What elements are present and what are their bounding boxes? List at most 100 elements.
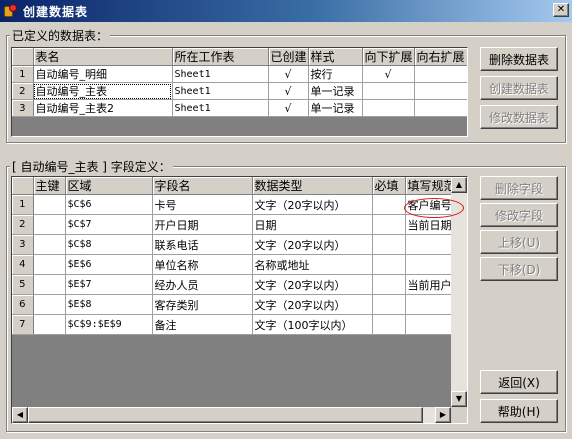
expand-down-cell[interactable] <box>362 82 415 100</box>
primary-key-cell[interactable] <box>33 294 66 315</box>
range-cell[interactable]: $E$7 <box>65 274 153 295</box>
table-row[interactable]: 1 自动编号_明细 Sheet1 √ 按行 √ <box>12 65 467 83</box>
field-row[interactable]: 7 $C$9:$E$9 备注 文字（100字以内） <box>12 314 452 335</box>
create-table-button[interactable]: 创建数据表 <box>480 76 558 100</box>
primary-key-cell[interactable] <box>33 214 66 235</box>
required-cell[interactable] <box>372 214 406 235</box>
col-header-field-name[interactable]: 字段名 <box>152 177 253 195</box>
field-name-cell[interactable]: 单位名称 <box>152 254 253 275</box>
field-row[interactable]: 6 $E$8 客存类别 文字（20字以内） <box>12 294 452 315</box>
modify-table-button[interactable]: 修改数据表 <box>480 105 558 129</box>
field-name-cell[interactable]: 经办人员 <box>152 274 253 295</box>
col-header-required[interactable]: 必填 <box>372 177 406 195</box>
required-cell[interactable] <box>372 254 406 275</box>
scroll-right-arrow-icon[interactable]: ▶ <box>435 407 451 423</box>
expand-down-cell[interactable]: √ <box>362 65 415 83</box>
move-down-button[interactable]: 下移(D) <box>480 257 558 281</box>
col-header-fill-rule[interactable]: 填写规范 <box>405 177 452 195</box>
col-header-expand-down[interactable]: 向下扩展 <box>362 48 415 66</box>
field-name-cell[interactable]: 开户日期 <box>152 214 253 235</box>
primary-key-cell[interactable] <box>33 194 66 215</box>
range-cell[interactable]: $C$9:$E$9 <box>65 314 153 335</box>
expand-down-cell[interactable] <box>362 99 415 117</box>
range-cell[interactable]: $E$6 <box>65 254 153 275</box>
required-cell[interactable] <box>372 314 406 335</box>
primary-key-cell[interactable] <box>33 254 66 275</box>
expand-right-cell[interactable] <box>414 65 467 83</box>
required-cell[interactable] <box>372 194 406 215</box>
field-row[interactable]: 1 $C$6 卡号 文字（20字以内） 客户编号 <box>12 194 452 215</box>
range-cell[interactable]: $E$8 <box>65 294 153 315</box>
worksheet-cell[interactable]: Sheet1 <box>172 99 269 117</box>
data-type-cell[interactable]: 文字（100字以内） <box>252 314 373 335</box>
fill-rule-cell[interactable] <box>405 314 452 335</box>
primary-key-cell[interactable] <box>33 274 66 295</box>
field-row[interactable]: 2 $C$7 开户日期 日期 当前日期 <box>12 214 452 235</box>
worksheet-cell[interactable]: Sheet1 <box>172 65 269 83</box>
field-name-cell[interactable]: 客存类别 <box>152 294 253 315</box>
field-row[interactable]: 5 $E$7 经办人员 文字（20字以内） 当前用户姓 <box>12 274 452 295</box>
col-header-range[interactable]: 区域 <box>65 177 153 195</box>
range-cell[interactable]: $C$6 <box>65 194 153 215</box>
close-button[interactable]: ✕ <box>553 3 569 17</box>
defined-tables-grid[interactable]: 表名 所在工作表 已创建 样式 向下扩展 向右扩展 1 自动编号_明细 Shee… <box>11 47 468 137</box>
table-row[interactable]: 2 自动编号_主表 Sheet1 √ 单一记录 <box>12 82 467 100</box>
data-type-cell[interactable]: 文字（20字以内） <box>252 234 373 255</box>
delete-table-button[interactable]: 删除数据表 <box>480 47 558 71</box>
table-name-cell[interactable]: 自动编号_主表2 <box>33 99 173 117</box>
field-defs-grid[interactable]: 主键 区域 字段名 数据类型 必填 填写规范 1 $C$6 卡号 文字（20字以… <box>11 176 468 424</box>
col-header-data-type[interactable]: 数据类型 <box>252 177 373 195</box>
table-name-cell[interactable]: 自动编号_主表 <box>33 82 173 100</box>
range-cell[interactable]: $C$8 <box>65 234 153 255</box>
data-type-cell[interactable]: 文字（20字以内） <box>252 274 373 295</box>
fill-rule-cell[interactable] <box>405 234 452 255</box>
fill-rule-cell[interactable] <box>405 294 452 315</box>
move-up-button[interactable]: 上移(U) <box>480 230 558 254</box>
field-row[interactable]: 4 $E$6 单位名称 名称或地址 <box>12 254 452 275</box>
back-button[interactable]: 返回(X) <box>480 370 558 394</box>
field-name-cell[interactable]: 备注 <box>152 314 253 335</box>
col-header-table-name[interactable]: 表名 <box>33 48 173 66</box>
expand-right-cell[interactable] <box>414 99 467 117</box>
required-cell[interactable] <box>372 294 406 315</box>
col-header-primary-key[interactable]: 主键 <box>33 177 66 195</box>
horizontal-scrollbar[interactable]: ◀ ▶ <box>12 407 451 423</box>
scroll-down-arrow-icon[interactable]: ▼ <box>451 391 467 407</box>
delete-field-button[interactable]: 删除字段 <box>480 176 558 200</box>
col-header-created[interactable]: 已创建 <box>268 48 309 66</box>
field-name-cell[interactable]: 卡号 <box>152 194 253 215</box>
row-number: 7 <box>12 314 34 335</box>
primary-key-cell[interactable] <box>33 314 66 335</box>
style-cell[interactable]: 按行 <box>308 65 363 83</box>
fill-rule-cell[interactable]: 当前用户姓 <box>405 274 452 295</box>
created-cell[interactable]: √ <box>268 65 309 83</box>
worksheet-cell[interactable]: Sheet1 <box>172 82 269 100</box>
required-cell[interactable] <box>372 234 406 255</box>
style-cell[interactable]: 单一记录 <box>308 82 363 100</box>
expand-right-cell[interactable] <box>414 82 467 100</box>
table-row[interactable]: 3 自动编号_主表2 Sheet1 √ 单一记录 <box>12 99 467 117</box>
scroll-thumb[interactable] <box>28 407 423 423</box>
primary-key-cell[interactable] <box>33 234 66 255</box>
data-type-cell[interactable]: 文字（20字以内） <box>252 294 373 315</box>
modify-field-button[interactable]: 修改字段 <box>480 203 558 227</box>
help-button[interactable]: 帮助(H) <box>480 399 558 423</box>
fill-rule-cell[interactable] <box>405 254 452 275</box>
created-cell[interactable]: √ <box>268 99 309 117</box>
table-name-cell[interactable]: 自动编号_明细 <box>33 65 173 83</box>
required-cell[interactable] <box>372 274 406 295</box>
data-type-cell[interactable]: 文字（20字以内） <box>252 194 373 215</box>
created-cell[interactable]: √ <box>268 82 309 100</box>
field-row[interactable]: 3 $C$8 联系电话 文字（20字以内） <box>12 234 452 255</box>
field-name-cell[interactable]: 联系电话 <box>152 234 253 255</box>
style-cell[interactable]: 单一记录 <box>308 99 363 117</box>
range-cell[interactable]: $C$7 <box>65 214 153 235</box>
scroll-up-arrow-icon[interactable]: ▲ <box>451 177 467 193</box>
col-header-expand-right[interactable]: 向右扩展 <box>414 48 467 66</box>
data-type-cell[interactable]: 名称或地址 <box>252 254 373 275</box>
data-type-cell[interactable]: 日期 <box>252 214 373 235</box>
col-header-style[interactable]: 样式 <box>308 48 363 66</box>
col-header-worksheet[interactable]: 所在工作表 <box>172 48 269 66</box>
scroll-left-arrow-icon[interactable]: ◀ <box>12 407 28 423</box>
row-number: 5 <box>12 274 34 295</box>
